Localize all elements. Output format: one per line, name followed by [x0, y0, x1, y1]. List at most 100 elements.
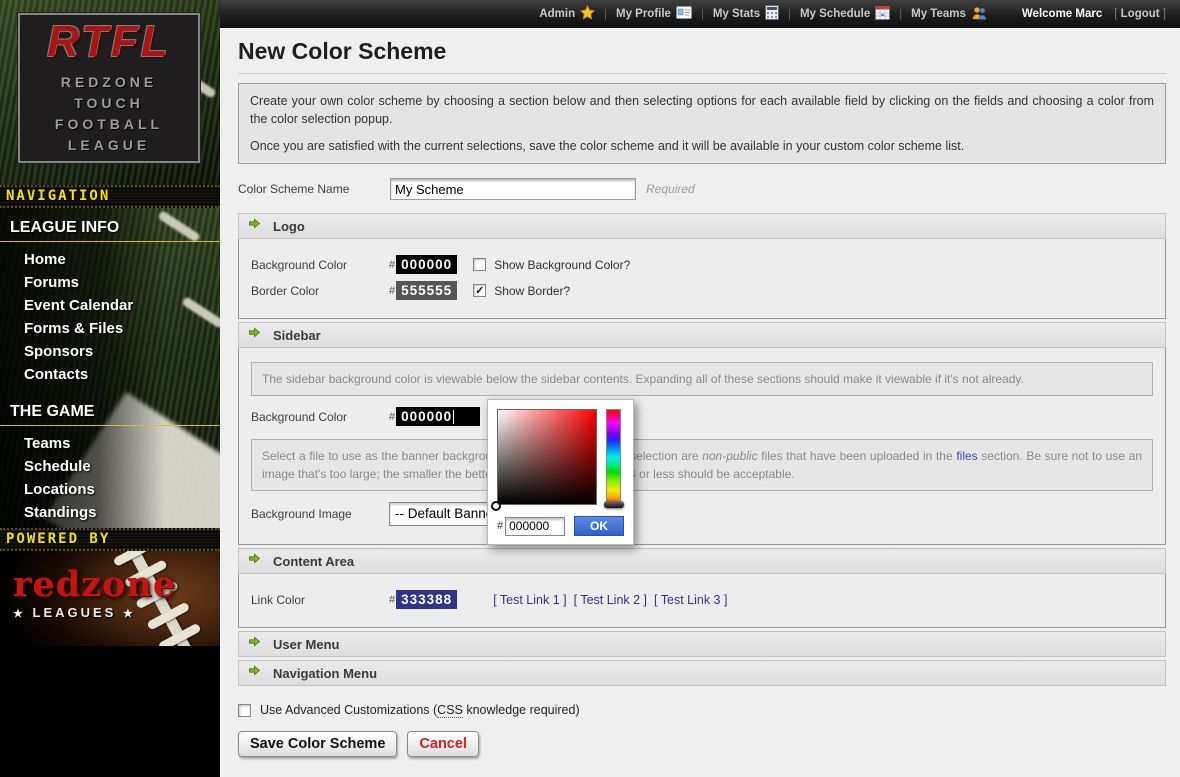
hex-prefix: #: [497, 520, 503, 532]
league-logo-line: TOUCH: [74, 93, 144, 114]
star-glyph: ★: [13, 608, 26, 620]
color-cursor[interactable]: [491, 501, 501, 511]
checkbox-label: Show Background Color?: [494, 258, 630, 272]
green-arrow-icon: [248, 664, 261, 682]
redzone-logo-sub: ★ LEAGUES ★: [13, 605, 176, 620]
green-arrow-icon: [248, 326, 261, 344]
cancel-button[interactable]: Cancel: [407, 731, 479, 757]
nav-group-title: THE GAME: [0, 398, 220, 426]
sidebar-note: The sidebar background color is viewable…: [251, 362, 1153, 396]
sidebar: RTFL REDZONE TOUCH FOOTBALL LEAGUE NAVIG…: [0, 0, 220, 777]
section-header-sidebar[interactable]: Sidebar: [238, 322, 1166, 348]
section-title: Content Area: [273, 554, 354, 569]
hue-slider-handle[interactable]: [604, 501, 624, 508]
intro-box: Create your own color scheme by choosing…: [238, 83, 1166, 164]
league-logo: RTFL REDZONE TOUCH FOOTBALL LEAGUE: [18, 13, 200, 163]
section-body-sidebar: The sidebar background color is viewable…: [238, 348, 1166, 545]
color-picker-popup: # OK: [487, 399, 634, 545]
sidebar-item-schedule[interactable]: Schedule: [0, 455, 220, 478]
field-label: Border Color: [251, 284, 389, 298]
advanced-customizations-checkbox[interactable]: [238, 704, 251, 717]
required-hint: Required: [646, 182, 695, 196]
sidebar-item-event-calendar[interactable]: Event Calendar: [0, 294, 220, 317]
advanced-customizations-label: Use Advanced Customizations (CSS knowled…: [260, 703, 580, 717]
calendar-icon: [875, 5, 890, 23]
sidebar-item-home[interactable]: Home: [0, 248, 220, 271]
show-border-checkbox[interactable]: [473, 284, 486, 297]
logo-background-color-swatch[interactable]: 000000: [396, 255, 457, 274]
save-color-scheme-button[interactable]: Save Color Scheme: [238, 731, 397, 757]
sidebar-item-contacts[interactable]: Contacts: [0, 363, 220, 386]
topbar-admin[interactable]: Admin: [539, 5, 595, 23]
logo-border-color-swatch[interactable]: 555555: [396, 281, 457, 300]
topbar-my-teams[interactable]: My Teams: [911, 6, 988, 23]
welcome-text: Welcome Marc: [1022, 8, 1102, 20]
topbar-separator: |: [899, 8, 902, 20]
sidebar-item-locations[interactable]: Locations: [0, 478, 220, 501]
sidebar-background-color-swatch[interactable]: 000000: [396, 407, 480, 426]
redzone-leagues-logo[interactable]: redzone ★ LEAGUES ★: [13, 567, 176, 620]
picker-hex-input[interactable]: [505, 517, 565, 536]
navigation-led-strip: NAVIGATION: [0, 185, 220, 208]
text-caret: [453, 410, 454, 424]
advanced-customizations-row: Use Advanced Customizations (CSS knowled…: [238, 703, 1166, 717]
sidebar-item-forms-files[interactable]: Forms & Files: [0, 317, 220, 340]
sidebar-nav: LEAGUE INFO Home Forums Event Calendar F…: [0, 208, 220, 528]
green-arrow-icon: [248, 217, 261, 235]
league-logo-acronym: RTFL: [47, 20, 171, 64]
league-logo-line: REDZONE: [61, 72, 157, 93]
section-header-content-area[interactable]: Content Area: [238, 548, 1166, 574]
section-header-navigation-menu[interactable]: Navigation Menu: [238, 660, 1166, 686]
powered-by-brand: redzone ★ LEAGUES ★: [0, 551, 220, 646]
form-buttons: Save Color Scheme Cancel: [238, 731, 1166, 757]
test-link-1[interactable]: [ Test Link 1 ]: [493, 593, 566, 607]
sidebar-item-teams[interactable]: Teams: [0, 432, 220, 455]
star-glyph: ★: [123, 608, 136, 620]
sidebar-item-sponsors[interactable]: Sponsors: [0, 340, 220, 363]
files-link[interactable]: files: [956, 449, 977, 463]
banner-note: Select a file to use as the banner backg…: [251, 439, 1153, 491]
sidebar-item-forums[interactable]: Forums: [0, 271, 220, 294]
section-header-logo[interactable]: Logo: [238, 213, 1166, 239]
topbar-separator: |: [788, 8, 791, 20]
sidebar-banner: RTFL REDZONE TOUCH FOOTBALL LEAGUE: [0, 0, 220, 185]
intro-paragraph-2: Once you are satisfied with the current …: [250, 137, 1154, 155]
intro-paragraph-1: Create your own color scheme by choosing…: [250, 92, 1154, 128]
section-title: User Menu: [273, 637, 339, 652]
saturation-value-gradient[interactable]: [497, 409, 597, 505]
section-body-logo: Background Color # 000000 Show Backgroun…: [238, 239, 1166, 319]
scheme-name-label: Color Scheme Name: [238, 182, 390, 196]
app-root: RTFL REDZONE TOUCH FOOTBALL LEAGUE NAVIG…: [0, 0, 1180, 777]
link-color-swatch[interactable]: 333388: [396, 590, 457, 609]
sidebar-item-statistics[interactable]: Statistics: [0, 524, 220, 528]
picker-ok-button[interactable]: OK: [574, 516, 624, 536]
nav-group-the-game: THE GAME Teams Schedule Locations Standi…: [0, 398, 220, 528]
nav-group-title: LEAGUE INFO: [0, 214, 220, 242]
page-title: New Color Scheme: [238, 38, 1166, 74]
topbar-my-schedule[interactable]: My Schedule: [800, 5, 890, 23]
test-link-2[interactable]: [ Test Link 2 ]: [574, 593, 647, 607]
powered-by-led-strip: POWERED BY: [0, 528, 220, 551]
main-content: New Color Scheme Create your own color s…: [220, 28, 1180, 777]
league-logo-line: FOOTBALL: [55, 114, 163, 135]
topbar-my-profile[interactable]: My Profile: [616, 6, 692, 22]
logout-button[interactable]: [ Logout ]: [1114, 8, 1166, 20]
field-label: Background Image: [251, 507, 389, 521]
topbar-my-stats[interactable]: My Stats: [713, 5, 779, 23]
scheme-name-input[interactable]: [390, 178, 636, 200]
sidebar-background-color-row: Background Color # 000000: [251, 407, 1153, 426]
section-title: Sidebar: [273, 328, 321, 343]
test-link-3[interactable]: [ Test Link 3 ]: [654, 593, 727, 607]
sidebar-item-standings[interactable]: Standings: [0, 501, 220, 524]
logo-background-color-row: Background Color # 000000 Show Backgroun…: [251, 255, 1153, 274]
test-links: [ Test Link 1 ] [ Test Link 2 ] [ Test L…: [493, 593, 727, 607]
section-title: Navigation Menu: [273, 666, 377, 681]
section-header-user-menu[interactable]: User Menu: [238, 631, 1166, 657]
green-arrow-icon: [248, 552, 261, 570]
league-logo-line: LEAGUE: [68, 135, 150, 156]
show-background-color-checkbox[interactable]: [473, 258, 486, 271]
scheme-name-row: Color Scheme Name Required: [238, 178, 1166, 200]
hex-prefix: #: [389, 259, 395, 271]
hue-slider[interactable]: [606, 409, 621, 505]
checkbox-label: Show Border?: [494, 284, 570, 298]
